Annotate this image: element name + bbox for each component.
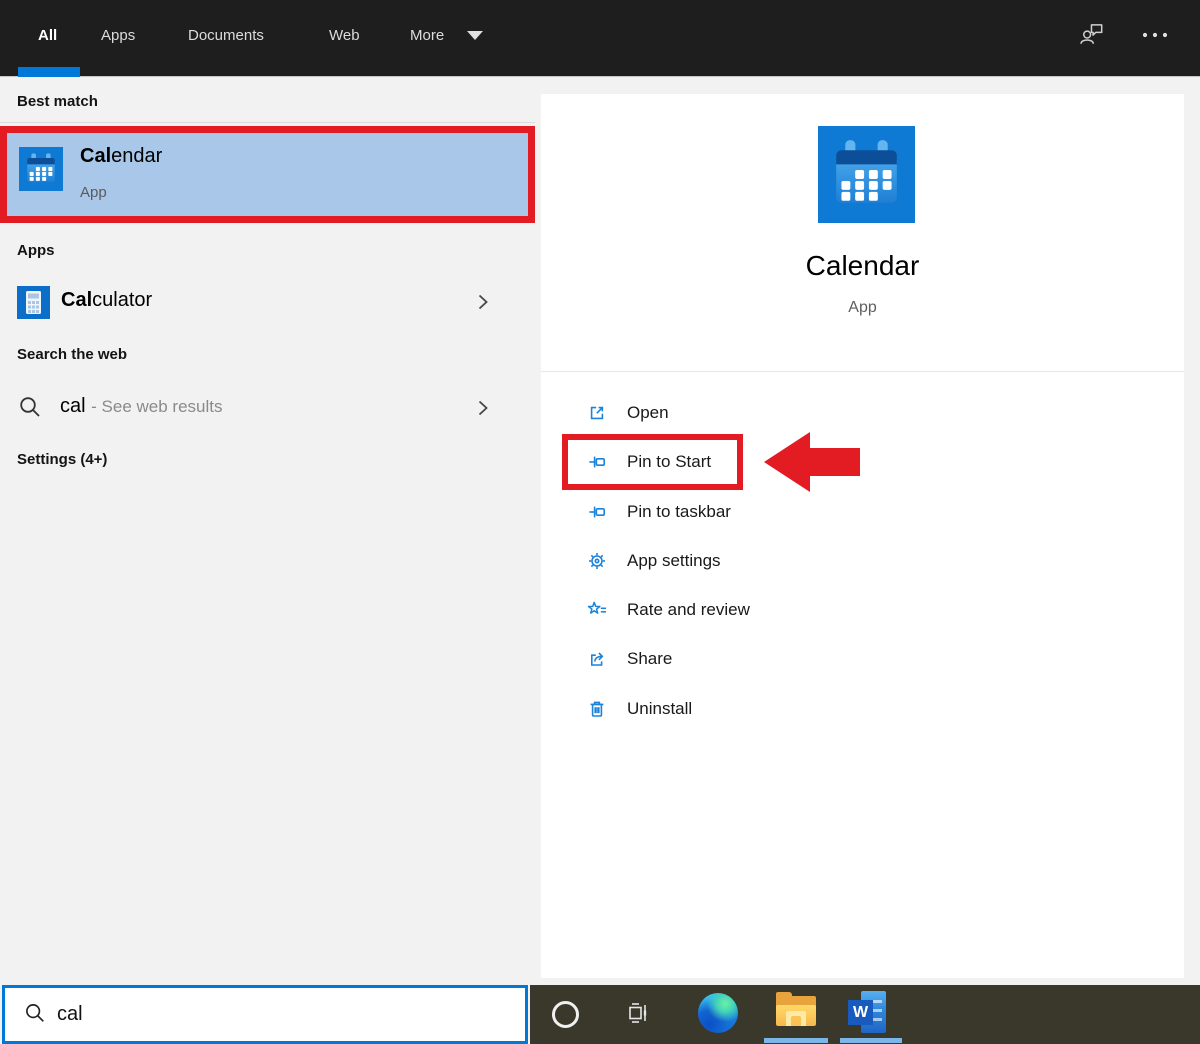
chevron-right-icon: [477, 292, 489, 312]
result-calculator[interactable]: Calculator: [0, 272, 535, 332]
active-tab-indicator: [18, 67, 80, 77]
settings-heading: Settings (4+): [17, 451, 107, 468]
action-label: App settings: [627, 551, 721, 571]
cortana-button[interactable]: [552, 1001, 579, 1028]
tab-all[interactable]: All: [38, 27, 57, 44]
annotation-arrow-left-icon: [764, 432, 860, 492]
edge-icon[interactable]: [698, 993, 738, 1033]
search-icon: [17, 394, 43, 420]
calendar-app-icon: [19, 147, 63, 191]
divider: [541, 371, 1184, 372]
apps-heading: Apps: [17, 242, 55, 259]
trash-icon: [587, 699, 607, 719]
running-indicator-file-explorer: [764, 1038, 828, 1043]
search-input[interactable]: [57, 999, 497, 1029]
calendar-app-icon-large: [818, 126, 915, 223]
tab-more[interactable]: More: [410, 27, 444, 44]
best-match-heading: Best match: [17, 93, 98, 110]
action-uninstall[interactable]: Uninstall: [560, 685, 1160, 733]
gear-icon: [587, 551, 607, 571]
action-label: Open: [627, 403, 669, 423]
file-explorer-icon[interactable]: [775, 992, 817, 1030]
search-icon: [23, 1001, 47, 1025]
web-result-text: cal - See web results: [60, 395, 222, 418]
open-icon: [587, 403, 607, 423]
search-header: All Apps Documents Web More: [0, 0, 1200, 77]
chevron-right-icon: [477, 398, 489, 418]
action-open[interactable]: Open: [560, 389, 1160, 437]
tab-documents[interactable]: Documents: [188, 27, 264, 44]
best-match-title: Calendar: [80, 145, 162, 168]
action-label: Pin to taskbar: [627, 502, 731, 522]
action-rate-and-review[interactable]: Rate and review: [560, 586, 1160, 634]
action-label: Rate and review: [627, 600, 750, 620]
chevron-down-icon: [467, 31, 483, 40]
pin-icon: [587, 502, 607, 522]
result-calculator-title: Calculator: [61, 289, 152, 312]
action-share[interactable]: Share: [560, 635, 1160, 683]
rate-review-icon: [587, 600, 607, 620]
running-indicator-word: [840, 1038, 902, 1043]
action-app-settings[interactable]: App settings: [560, 537, 1160, 585]
preview-panel: [541, 94, 1184, 978]
best-match-subtitle: App: [80, 184, 107, 201]
tab-web[interactable]: Web: [329, 27, 360, 44]
word-icon[interactable]: W: [848, 991, 888, 1033]
task-view-button[interactable]: [623, 998, 653, 1028]
feedback-icon[interactable]: [1078, 20, 1106, 48]
more-options-icon[interactable]: [1140, 29, 1170, 41]
action-label: Uninstall: [627, 699, 692, 719]
action-label: Share: [627, 649, 672, 669]
search-web-heading: Search the web: [17, 346, 127, 363]
annotation-box-pin-to-start: [562, 434, 743, 490]
share-icon: [587, 649, 607, 669]
calculator-app-icon: [17, 286, 50, 319]
preview-app-type: App: [541, 299, 1184, 317]
best-match-result-calendar[interactable]: [0, 126, 535, 223]
action-pin-to-taskbar[interactable]: Pin to taskbar: [560, 488, 1160, 536]
tab-apps[interactable]: Apps: [101, 27, 135, 44]
preview-app-name: Calendar: [541, 250, 1184, 282]
divider: [0, 122, 535, 123]
taskbar-search-box[interactable]: [2, 985, 528, 1044]
word-logo-letter: W: [848, 1000, 873, 1025]
windows-search-flyout: All Apps Documents Web More Best match C…: [0, 0, 1200, 1044]
result-see-web-results[interactable]: cal - See web results: [0, 382, 535, 434]
